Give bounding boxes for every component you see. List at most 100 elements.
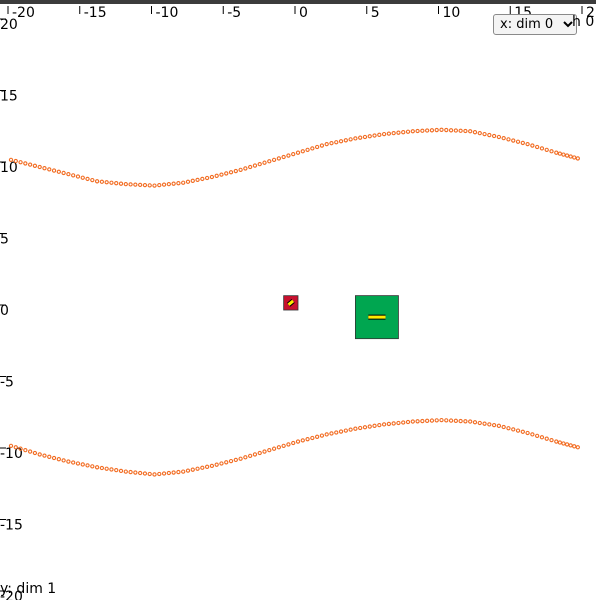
trajectory-point [415, 128, 420, 134]
trajectory-point [181, 180, 186, 185]
trajectory-point [561, 152, 566, 157]
y-tick-label: 15 [0, 89, 18, 105]
trajectory-point [171, 181, 176, 186]
trajectory-point [166, 470, 172, 476]
trajectory-point [319, 143, 325, 148]
trajectory-point [434, 418, 439, 423]
trajectory-point [147, 183, 152, 188]
trajectory-point [338, 429, 344, 434]
trajectory-point [448, 128, 454, 133]
x-dim-select-wrap: x: dim 0 [493, 13, 577, 35]
trajectory-point [200, 176, 205, 182]
trajectory-point [572, 155, 577, 160]
trajectory-point [496, 423, 502, 428]
trajectory-point [94, 465, 100, 470]
trajectory-point [32, 450, 38, 456]
trajectory-point [262, 449, 267, 454]
trajectory-point [525, 430, 530, 436]
trajectory-point [90, 177, 95, 183]
trajectory-point [300, 438, 305, 443]
agent-layer [283, 295, 399, 340]
trajectory-point [133, 470, 138, 475]
trajectory-point [468, 419, 473, 424]
trajectory-point [123, 469, 128, 474]
trajectory-point [224, 171, 229, 176]
trajectory-point [71, 173, 76, 178]
trajectory-point [554, 150, 559, 155]
trajectory-point [506, 137, 511, 142]
trajectory-point [204, 464, 210, 469]
trajectory-point [506, 426, 511, 431]
trajectory-point [152, 472, 157, 477]
trajectory-point [343, 428, 348, 433]
trajectory-point [51, 168, 57, 173]
trajectory-point [343, 138, 348, 143]
trajectory-point [535, 433, 540, 438]
trajectory-point [185, 468, 191, 473]
trajectory-point [491, 422, 497, 428]
x-tick-label: -15 [84, 5, 107, 21]
trajectory-point [334, 140, 339, 145]
trajectory-point [539, 435, 545, 440]
trajectory-point [47, 454, 52, 459]
trajectory-point [358, 425, 363, 431]
trajectory-point [530, 432, 535, 437]
trajectory-point [568, 443, 573, 448]
trajectory-point [463, 419, 468, 424]
trajectory-point [171, 470, 176, 475]
trajectory-point [448, 418, 454, 423]
trajectory-point [557, 440, 563, 445]
trajectory-point [228, 458, 234, 464]
trajectory-point [391, 421, 396, 426]
plot-canvas[interactable]: -20 -15 -10 -5 0 5 10 15 220151050-5-10-15-20 [0, 0, 596, 600]
trajectory-point [56, 457, 61, 462]
trajectory-point [114, 181, 119, 186]
trajectory-point [314, 434, 320, 439]
trajectory-point [482, 131, 487, 137]
trajectory-point [204, 175, 210, 181]
trajectory-point [324, 141, 329, 147]
trajectory-point [348, 427, 353, 432]
trajectory-point [190, 467, 195, 472]
trajectory-point [37, 452, 42, 457]
trajectory-point [501, 424, 506, 430]
trajectory-point [358, 135, 363, 140]
trajectory-point [391, 131, 396, 136]
trajectory-point [334, 430, 339, 435]
trajectory-point [66, 459, 71, 464]
trajectory-point [123, 182, 128, 187]
trajectory-point [525, 141, 530, 147]
trajectory-point [142, 471, 148, 476]
trajectory-point [463, 128, 468, 134]
trajectory-point [128, 469, 133, 475]
trajectory-point [564, 153, 570, 158]
trajectory-point [515, 428, 521, 433]
x-tick-label: 0 [299, 5, 308, 21]
trajectory-point [214, 173, 219, 178]
trajectory-point [238, 456, 243, 461]
trajectory-point [257, 450, 262, 456]
trajectory-point [32, 163, 38, 168]
x-dim-select[interactable]: x: dim 0 [493, 14, 577, 35]
trajectory-point [109, 467, 114, 472]
trajectory-point [444, 127, 449, 133]
trajectory-point [276, 445, 282, 450]
trajectory-point [520, 429, 525, 434]
trajectory-point [535, 144, 540, 150]
trajectory-point [291, 151, 296, 157]
trajectory-point [377, 132, 382, 137]
trajectory-point [444, 418, 449, 423]
trajectory-point [104, 466, 109, 471]
trajectory-point [396, 420, 401, 426]
trajectory-point [281, 443, 286, 449]
trajectory-point [85, 176, 90, 182]
trajectory-point [80, 175, 85, 180]
x-tick-label: 10 [443, 5, 461, 21]
trajectory-point [491, 133, 497, 139]
y-tick-label: 5 [0, 232, 9, 248]
trajectory-point [396, 130, 401, 135]
trajectory-point [362, 425, 368, 430]
trajectory-point [420, 418, 425, 424]
trajectory-point [27, 449, 33, 454]
trajectory-point [472, 420, 478, 425]
